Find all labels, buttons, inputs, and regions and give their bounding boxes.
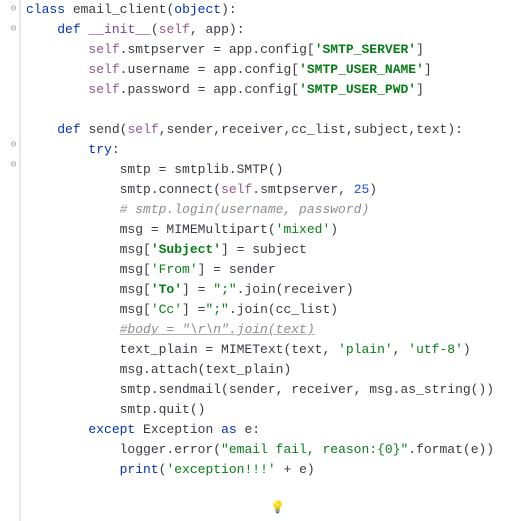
token-self: self xyxy=(221,182,252,197)
intention-bulb-icon[interactable]: 💡 xyxy=(270,498,284,512)
code-line[interactable]: self.username = app.config['SMTP_USER_NA… xyxy=(26,60,506,80)
fold-toggle-icon[interactable]: ⊖ xyxy=(8,160,19,171)
token-self: self xyxy=(127,122,158,137)
token-cls: send xyxy=(88,122,119,137)
token-str: 'Cc' xyxy=(151,302,182,317)
token-pun: .join(receiver) xyxy=(237,282,354,297)
gutter xyxy=(0,0,20,521)
code-line[interactable]: try: xyxy=(26,140,506,160)
code-line[interactable]: #body = "\r\n".join(text) xyxy=(26,320,506,340)
token-str: 'plain' xyxy=(338,342,393,357)
token-fn: __init__ xyxy=(88,22,150,37)
token-kw: as xyxy=(221,422,237,437)
token-cmt: # smtp.login(username, password) xyxy=(120,202,370,217)
fold-toggle-icon[interactable]: ⊖ xyxy=(8,4,19,15)
token-pun: ) xyxy=(330,222,338,237)
code-line[interactable]: msg['Cc'] =";".join(cc_list) xyxy=(26,300,506,320)
code-line[interactable]: self.smtpserver = app.config['SMTP_SERVE… xyxy=(26,40,506,60)
code-editor[interactable]: class email_client(object): def __init__… xyxy=(26,0,506,480)
token-pun: ] = xyxy=(182,282,213,297)
token-self: self xyxy=(88,42,119,57)
token-kw: def xyxy=(57,122,80,137)
code-line[interactable]: msg['From'] = sender xyxy=(26,260,506,280)
token-self: self xyxy=(88,62,119,77)
token-str: 'exception!!!' xyxy=(166,462,275,477)
token-str: ";" xyxy=(213,282,236,297)
token-builtin: print xyxy=(120,462,159,477)
code-line[interactable]: print('exception!!!' + e) xyxy=(26,460,506,480)
code-line[interactable]: smtp = smtplib.SMTP() xyxy=(26,160,506,180)
token-strk: 'SMTP_USER_NAME' xyxy=(299,62,424,77)
token-num: 25 xyxy=(354,182,370,197)
token-pun: ] xyxy=(424,62,432,77)
token-pun: ] = subject xyxy=(221,242,307,257)
token-strk: 'To' xyxy=(151,282,182,297)
token-kw: def xyxy=(57,22,80,37)
code-line[interactable]: smtp.connect(self.smtpserver, 25) xyxy=(26,180,506,200)
token-kw: try xyxy=(88,142,111,157)
token-pun: ,sender,receiver,cc_list,subject,text): xyxy=(159,122,463,137)
token-builtin: object xyxy=(174,2,221,17)
token-pun: ] xyxy=(416,42,424,57)
token-str: ";" xyxy=(205,302,228,317)
token-pun: .username = app.config[ xyxy=(120,62,299,77)
code-line[interactable]: except Exception as e: xyxy=(26,420,506,440)
token-strk: 'SMTP_USER_PWD' xyxy=(299,82,416,97)
token-pun: ) xyxy=(463,342,471,357)
token-str: 'From' xyxy=(151,262,198,277)
token-self: self xyxy=(159,22,190,37)
token-str: "email fail, reason:{0}" xyxy=(221,442,408,457)
code-line[interactable]: smtp.quit() xyxy=(26,400,506,420)
token-strk: 'SMTP_SERVER' xyxy=(315,42,416,57)
code-line[interactable]: msg.attach(text_plain) xyxy=(26,360,506,380)
code-line[interactable]: msg = MIMEMultipart('mixed') xyxy=(26,220,506,240)
code-line[interactable]: msg['Subject'] = subject xyxy=(26,240,506,260)
token-pun: ] = sender xyxy=(198,262,276,277)
token-pun: : xyxy=(112,142,120,157)
token-str: 'mixed' xyxy=(276,222,331,237)
code-line[interactable]: def send(self,sender,receiver,cc_list,su… xyxy=(26,120,506,140)
token-pun: , app): xyxy=(190,22,245,37)
code-line[interactable]: logger.error("email fail, reason:{0}".fo… xyxy=(26,440,506,460)
code-line[interactable]: class email_client(object): xyxy=(26,0,506,20)
fold-toggle-icon[interactable]: ⊖ xyxy=(8,140,19,151)
code-line[interactable]: msg['To'] = ";".join(receiver) xyxy=(26,280,506,300)
code-line[interactable]: # smtp.login(username, password) xyxy=(26,200,506,220)
token-pun: .smtpserver = app.config[ xyxy=(120,42,315,57)
token-kw: except xyxy=(88,422,135,437)
token-pun: ) xyxy=(369,182,377,197)
token-self: self xyxy=(88,82,119,97)
token-pun: , xyxy=(393,342,409,357)
token-pun: ] = xyxy=(182,302,205,317)
fold-toggle-icon[interactable]: ⊖ xyxy=(8,24,19,35)
token-cls: email_client xyxy=(73,2,167,17)
gutter-divider xyxy=(20,0,21,521)
token-str: 'utf-8' xyxy=(408,342,463,357)
code-line[interactable]: text_plain = MIMEText(text, 'plain', 'ut… xyxy=(26,340,506,360)
token-pun: .join(cc_list) xyxy=(229,302,338,317)
token-kw: class xyxy=(26,2,65,17)
code-line[interactable]: smtp.sendmail(sender, receiver, msg.as_s… xyxy=(26,380,506,400)
token-pun: .format(e)) xyxy=(408,442,494,457)
token-pun: ] xyxy=(416,82,424,97)
code-line[interactable] xyxy=(26,100,506,120)
token-pun: ( xyxy=(151,22,159,37)
token-pun: .password = app.config[ xyxy=(120,82,299,97)
token-pun: .smtpserver, xyxy=(252,182,353,197)
code-line[interactable]: self.password = app.config['SMTP_USER_PW… xyxy=(26,80,506,100)
token-cmtu: #body = "\r\n".join(text) xyxy=(120,322,315,337)
code-line[interactable]: def __init__(self, app): xyxy=(26,20,506,40)
token-strk: 'Subject' xyxy=(151,242,221,257)
token-pun: + e) xyxy=(276,462,315,477)
token-pun: ): xyxy=(221,2,237,17)
